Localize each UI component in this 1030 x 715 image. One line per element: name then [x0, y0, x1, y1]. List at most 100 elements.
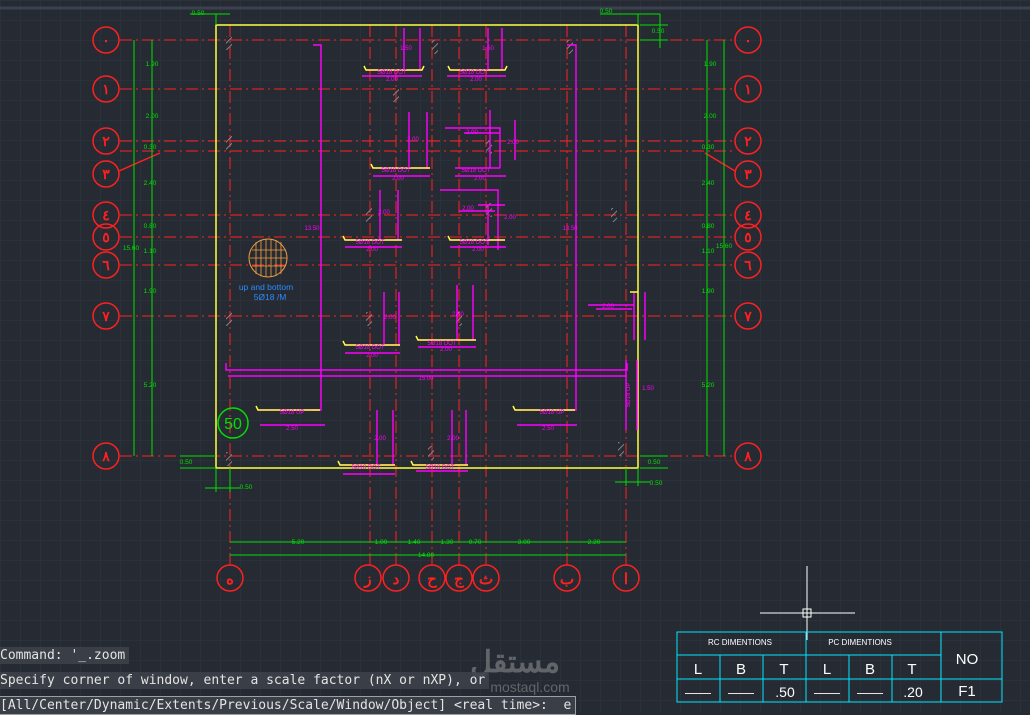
svg-text:2.00: 2.00 [447, 436, 459, 442]
svg-text:2.00: 2.00 [392, 176, 404, 182]
row-label-4-left: ٤ [102, 207, 110, 223]
svg-text:2.00: 2.00 [146, 113, 159, 120]
svg-text:5Ø18 DOT: 5Ø18 DOT [355, 345, 384, 351]
column-note-line2: 5Ø18 /M [254, 292, 287, 302]
row-label-8-left: ٨ [101, 448, 110, 464]
column-note-line1: up and bottom [239, 282, 293, 292]
svg-text:5Ø18 DOT: 5Ø18 DOT [381, 168, 410, 174]
svg-text:2.00: 2.00 [374, 436, 386, 442]
svg-text:2.00: 2.00 [704, 113, 717, 120]
svg-text:2.20: 2.20 [588, 539, 601, 546]
col-label-j: ج [454, 571, 464, 588]
svg-text:15.60: 15.60 [123, 245, 140, 252]
svg-text:0.50: 0.50 [652, 28, 665, 35]
svg-text:3.00: 3.00 [518, 539, 531, 546]
row-label-4-right: ٤ [744, 207, 752, 223]
svg-text:0.50: 0.50 [648, 459, 661, 466]
col-label-z: ز [363, 571, 371, 588]
svg-text:1.90: 1.90 [704, 61, 717, 68]
svg-text:1.90: 1.90 [702, 288, 715, 295]
svg-text:2.00: 2.00 [474, 176, 486, 182]
svg-text:0.80: 0.80 [702, 223, 715, 230]
svg-text:0.80: 0.80 [144, 223, 157, 230]
no-value: F1 [958, 683, 976, 700]
svg-text:0.50: 0.50 [240, 484, 253, 491]
no-header: NO [956, 651, 979, 668]
svg-text:2.00: 2.00 [386, 77, 398, 83]
row-label-6-left: ٦ [102, 257, 110, 273]
svg-text:2.50: 2.50 [286, 426, 298, 432]
svg-text:5Ø18 DOT: 5Ø18 DOT [351, 465, 380, 471]
svg-text:2.00: 2.00 [378, 210, 390, 216]
svg-text:0.70: 0.70 [469, 539, 482, 546]
row-label-0-right: ٠ [744, 32, 752, 48]
row-label-5-left: ٥ [102, 229, 110, 245]
rc-value-t: .50 [775, 684, 795, 700]
svg-text:1.90: 1.90 [146, 61, 159, 68]
svg-text:15.00: 15.00 [418, 376, 434, 382]
pc-value-b: —— [857, 685, 883, 700]
svg-text:5Ø18 DOT: 5Ø18 DOT [377, 70, 406, 76]
svg-text:2.00: 2.00 [407, 137, 419, 143]
row-label-7-left: ٧ [101, 308, 110, 324]
svg-text:0.50: 0.50 [180, 459, 193, 466]
col-label-h: ه [226, 571, 234, 588]
command-input-line[interactable]: [All/Center/Dynamic/Extents/Previous/Sca… [0, 696, 577, 715]
svg-text:5Ø18 UP: 5Ø18 UP [626, 383, 632, 408]
rc-col-b: B [736, 661, 746, 678]
svg-text:0.50: 0.50 [192, 10, 205, 17]
svg-text:2.00: 2.00 [384, 315, 396, 321]
command-history-line-2: Specify corner of window, enter a scale … [0, 672, 490, 689]
row-label-2-right: ٢ [744, 133, 752, 149]
svg-text:5.20: 5.20 [292, 539, 305, 546]
svg-text:0.30: 0.30 [702, 144, 715, 151]
col-label-hh: ح [427, 571, 437, 588]
row-label-1-left: ١ [102, 81, 110, 97]
svg-text:2.00: 2.00 [472, 247, 484, 253]
svg-text:13.50: 13.50 [304, 226, 320, 232]
row-label-1-right: ١ [744, 81, 752, 97]
pc-value-l: —— [814, 685, 840, 700]
svg-text:2.00: 2.00 [452, 312, 464, 318]
rc-col-t: T [779, 661, 788, 678]
svg-text:5Ø18 DOT: 5Ø18 DOT [459, 70, 488, 76]
svg-text:2.40: 2.40 [144, 180, 157, 187]
svg-text:2.00: 2.00 [504, 215, 516, 221]
pc-col-t: T [907, 661, 916, 678]
svg-text:2.00: 2.00 [470, 77, 482, 83]
watermark-latin: mostaql.com [490, 679, 569, 695]
svg-text:5Ø18 UP: 5Ø18 UP [280, 410, 305, 416]
svg-text:2.40: 2.40 [702, 180, 715, 187]
svg-text:0.30: 0.30 [144, 144, 157, 151]
thickness-value: 50 [224, 416, 242, 433]
col-label-a: ا [624, 571, 628, 588]
row-label-7-right: ٧ [743, 308, 752, 324]
row-label-0-left: ٠ [102, 32, 110, 48]
svg-text:5Ø18 DOT: 5Ø18 DOT [461, 168, 490, 174]
svg-text:5.20: 5.20 [144, 382, 157, 389]
svg-text:1.50: 1.50 [400, 46, 412, 52]
pc-col-l: L [823, 661, 831, 678]
svg-text:1.00: 1.00 [375, 539, 388, 546]
svg-text:14.80: 14.80 [418, 552, 435, 559]
svg-text:2.00: 2.00 [440, 347, 452, 353]
row-label-2-left: ٢ [102, 133, 110, 149]
pc-value-t: .20 [903, 684, 923, 700]
svg-text:1.10: 1.10 [144, 248, 157, 255]
svg-text:2.00: 2.00 [507, 140, 519, 146]
row-label-8-right: ٨ [743, 448, 752, 464]
svg-text:2.00: 2.00 [366, 247, 378, 253]
rc-value-l: —— [685, 685, 711, 700]
col-label-th: ث [479, 571, 493, 588]
rc-value-b: —— [728, 685, 754, 700]
cad-drawing-canvas[interactable]: ٠ ١ ٢ ٣ ٤ ٥ ٦ ٧ ٨ ٠ ١ ٢ ٣ ٤ ٥ ٦ ٧ ٨ ه ز … [0, 0, 1030, 712]
svg-text:2.00: 2.00 [366, 353, 378, 359]
pc-col-b: B [865, 661, 875, 678]
col-label-b: ب [560, 571, 574, 588]
svg-text:1.90: 1.90 [144, 288, 157, 295]
model-space-grid [0, 0, 1030, 712]
pc-dimensions-header: PC DIMENTIONS [828, 638, 892, 647]
svg-text:0.50: 0.50 [600, 8, 613, 15]
svg-text:5Ø18 DOT: 5Ø18 DOT [355, 240, 384, 246]
svg-text:0.50: 0.50 [650, 480, 663, 487]
